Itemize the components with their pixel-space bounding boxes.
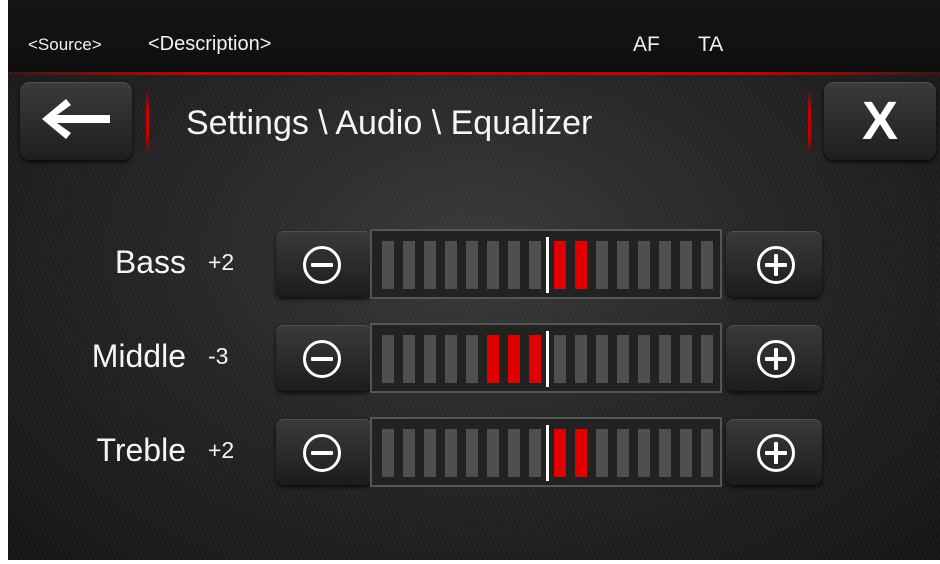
level-segment [403, 241, 415, 289]
header-divider-left [146, 90, 149, 154]
description-label: <Description> [148, 33, 272, 55]
level-segment [487, 241, 499, 289]
level-segment [659, 429, 671, 477]
level-segment [596, 335, 608, 383]
level-segment [382, 429, 394, 477]
level-segment [638, 429, 650, 477]
source-label: <Source> [28, 35, 102, 54]
band-value: +2 [208, 249, 235, 275]
zero-marker [546, 237, 549, 293]
level-segment [596, 429, 608, 477]
band-value: +2 [208, 437, 235, 463]
level-segment [508, 429, 520, 477]
level-segment-active [575, 429, 587, 477]
page-title: Settings \ Audio \ Equalizer [186, 104, 593, 142]
level-segment [403, 429, 415, 477]
level-segment [617, 335, 629, 383]
header: Settings \ Audio \ Equalizer X [8, 82, 940, 162]
level-bar[interactable] [370, 417, 722, 487]
close-icon: X [861, 91, 899, 151]
level-segment [575, 335, 587, 383]
level-segment [466, 335, 478, 383]
level-bar[interactable] [370, 323, 722, 393]
level-segment [445, 429, 457, 477]
band-label: Middle [91, 338, 186, 374]
minus-icon-bar [311, 451, 333, 455]
back-button[interactable] [20, 82, 132, 160]
zero-marker [546, 331, 549, 387]
level-segment [445, 335, 457, 383]
arrow-left-icon [40, 95, 112, 148]
level-segment-active [554, 429, 566, 477]
eq-row-bass: Bass +2 [8, 229, 940, 301]
level-segment [403, 335, 415, 383]
level-segment-active [575, 241, 587, 289]
increase-middle-button[interactable] [726, 325, 822, 391]
screen: <Source> <Description> AF TA Settings \ … [8, 0, 940, 560]
level-segment [701, 241, 713, 289]
level-bar[interactable] [370, 229, 722, 299]
level-segment [617, 241, 629, 289]
minus-icon-bar [311, 357, 333, 361]
level-segment [638, 241, 650, 289]
level-segment [424, 429, 436, 477]
level-segment [424, 241, 436, 289]
level-segment [701, 429, 713, 477]
decrease-treble-button[interactable] [276, 419, 372, 485]
level-segment [659, 241, 671, 289]
level-segment [680, 335, 692, 383]
minus-icon-bar [311, 263, 333, 267]
status-bar: <Source> <Description> AF TA [8, 0, 940, 75]
level-segment [529, 429, 541, 477]
increase-bass-button[interactable] [726, 231, 822, 297]
level-segment [382, 335, 394, 383]
increase-treble-button[interactable] [726, 419, 822, 485]
decrease-bass-button[interactable] [276, 231, 372, 297]
band-label: Treble [96, 432, 186, 468]
zero-marker [546, 425, 549, 481]
level-segment [529, 241, 541, 289]
level-segment [617, 429, 629, 477]
level-segment [382, 241, 394, 289]
level-segment [680, 241, 692, 289]
plus-icon-bar [774, 254, 778, 276]
level-segment-active [529, 335, 541, 383]
plus-icon-bar [774, 348, 778, 370]
level-segment-active [554, 241, 566, 289]
band-value: -3 [208, 343, 229, 369]
level-segment [701, 335, 713, 383]
level-segment-active [487, 335, 499, 383]
level-segment [424, 335, 436, 383]
level-segment [596, 241, 608, 289]
level-segment [659, 335, 671, 383]
eq-row-treble: Treble +2 [8, 417, 940, 489]
close-button[interactable]: X [824, 82, 936, 160]
status-divider [8, 72, 940, 75]
level-segment [638, 335, 650, 383]
level-segment [445, 241, 457, 289]
header-divider-right [808, 90, 811, 154]
level-segment [466, 241, 478, 289]
level-segment [680, 429, 692, 477]
af-indicator: AF [633, 33, 660, 56]
level-segment [487, 429, 499, 477]
level-segment [466, 429, 478, 477]
level-segment [554, 335, 566, 383]
band-label: Bass [114, 244, 186, 280]
ta-indicator: TA [698, 33, 724, 56]
eq-row-middle: Middle -3 [8, 323, 940, 395]
decrease-middle-button[interactable] [276, 325, 372, 391]
level-segment-active [508, 335, 520, 383]
plus-icon-bar [774, 442, 778, 464]
level-segment [508, 241, 520, 289]
